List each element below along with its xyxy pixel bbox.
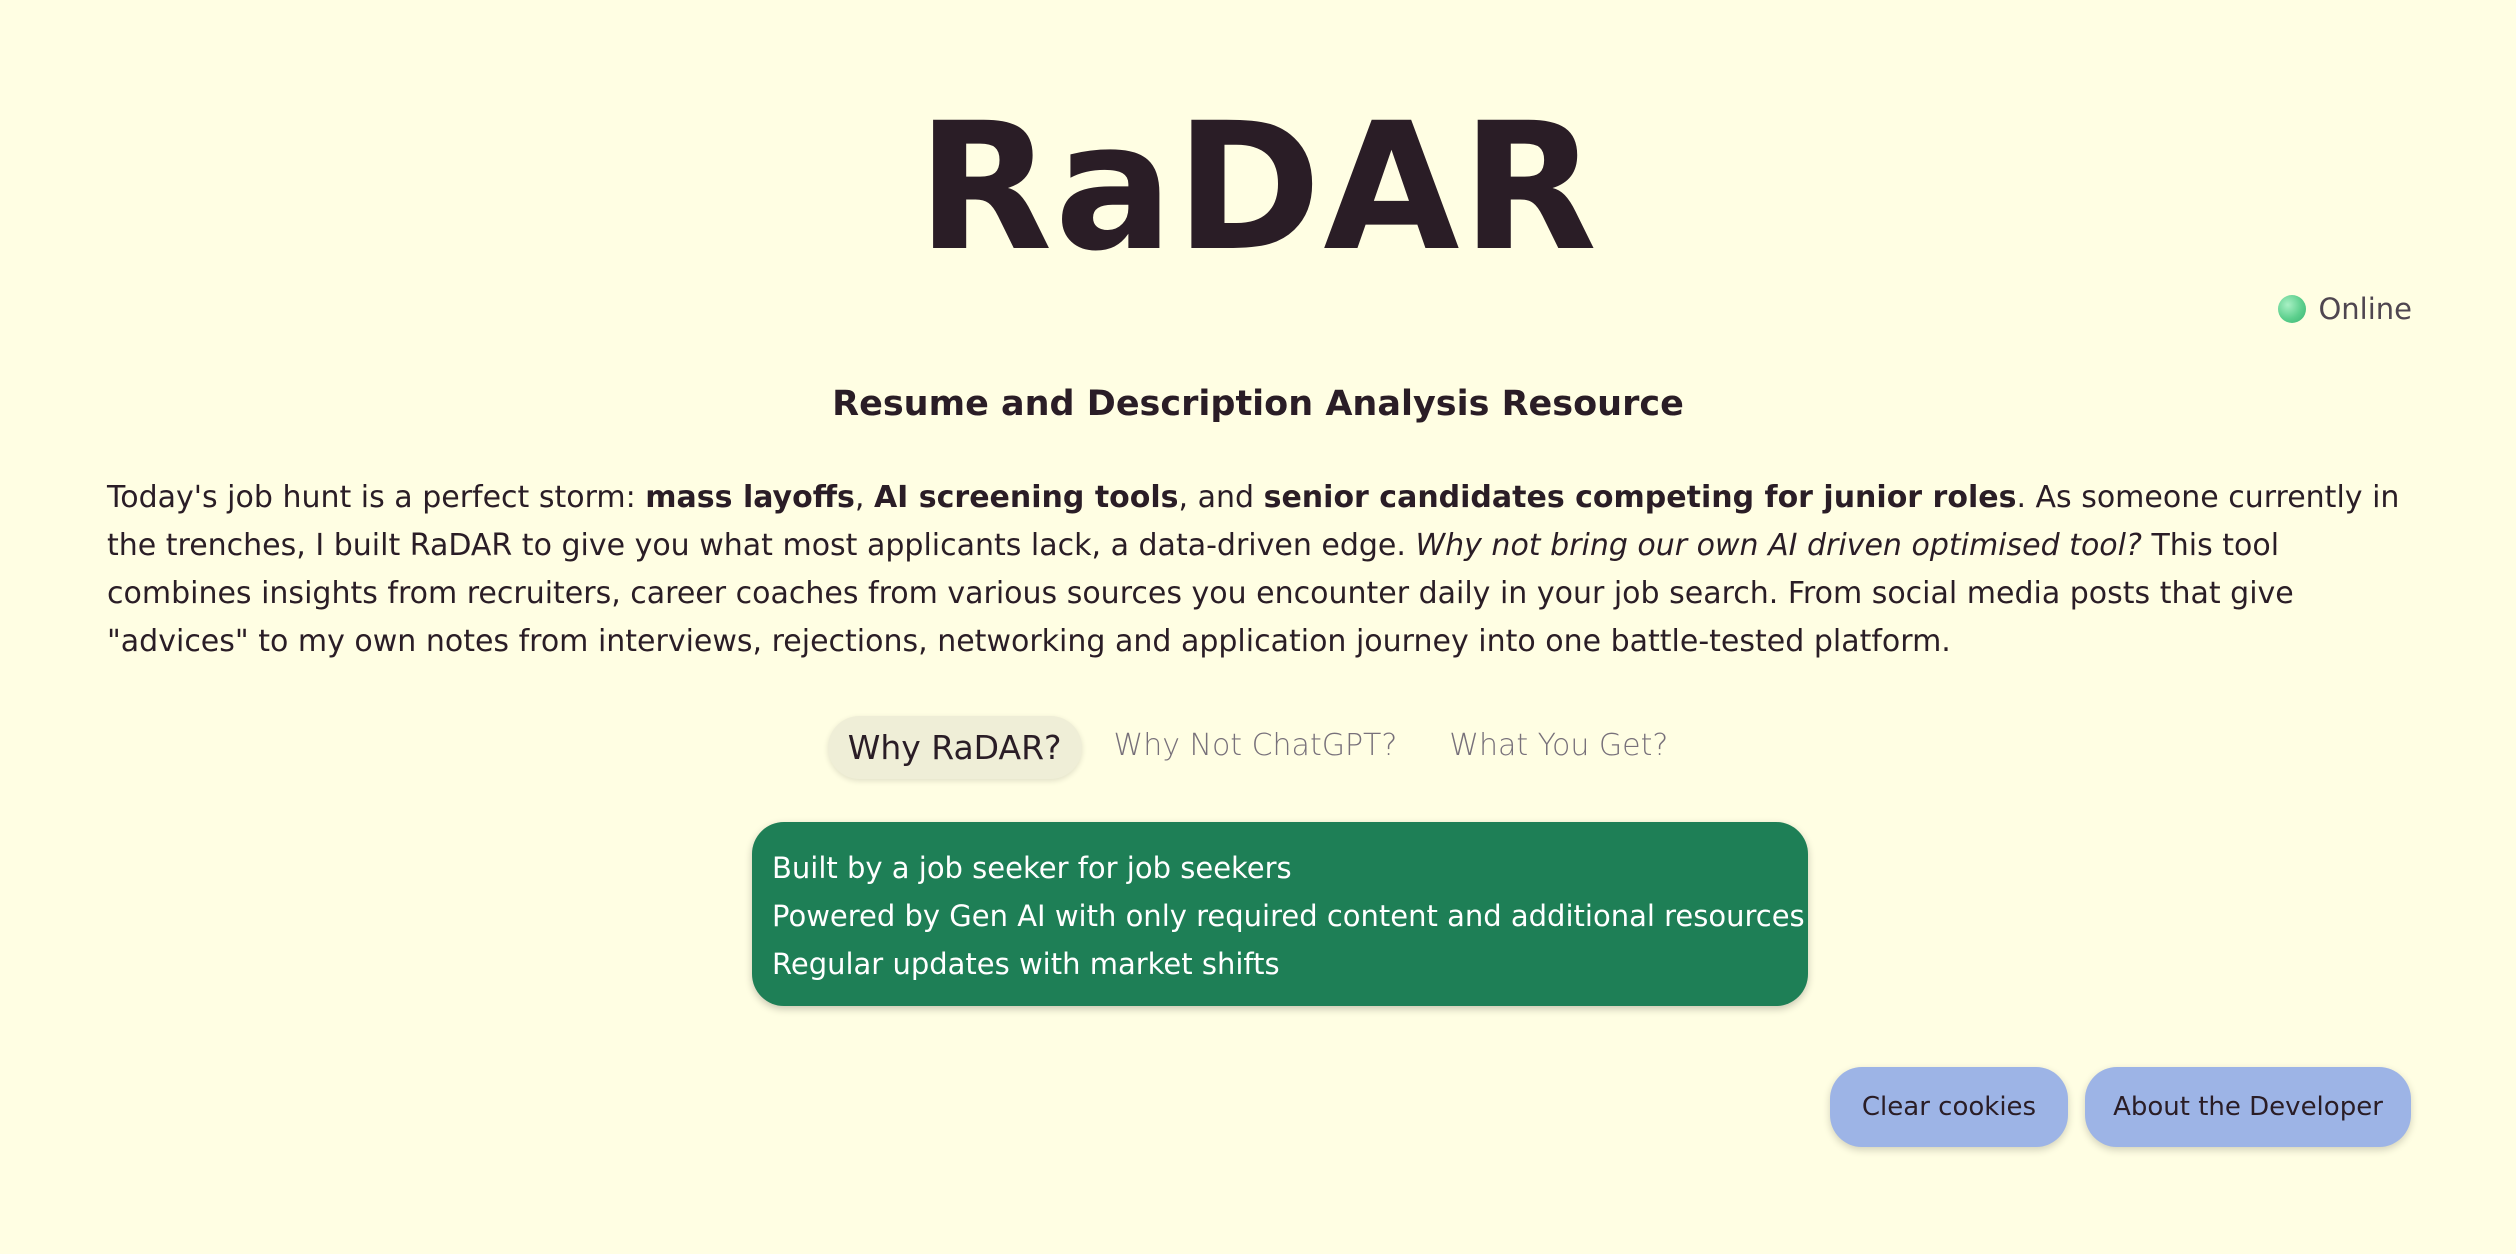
intro-bold-text: AI screening tools xyxy=(873,480,1179,515)
list-item: Regular updates with market shifts xyxy=(772,947,1280,981)
intro-bold-text: senior candidates competing for junior r… xyxy=(1263,480,2017,515)
about-developer-button[interactable]: About the Developer xyxy=(2085,1067,2411,1147)
list-item: Powered by Gen AI with only required con… xyxy=(772,899,1805,933)
intro-text: , xyxy=(854,480,874,515)
status-label: Online xyxy=(2318,292,2412,326)
tab-bar: Why RaDAR? Why Not ChatGPT? What You Get… xyxy=(0,716,2516,779)
status-indicator: Online xyxy=(2278,292,2412,326)
clear-cookies-button[interactable]: Clear cookies xyxy=(1830,1067,2068,1147)
intro-bold-text: mass layoffs xyxy=(645,480,855,515)
tab-content-card: Built by a job seeker for job seekers Po… xyxy=(752,822,1808,1006)
tab-why-radar[interactable]: Why RaDAR? xyxy=(827,716,1082,779)
page: RaDAR Online Resume and Description Anal… xyxy=(0,0,2516,1254)
intro-italic-text: Why not bring our own AI driven optimise… xyxy=(1415,528,2142,563)
tab-why-not-chatgpt[interactable]: Why Not ChatGPT? xyxy=(1094,716,1418,779)
app-logo: RaDAR xyxy=(916,85,1600,290)
online-status-dot-icon xyxy=(2278,295,2307,323)
intro-text: Today's job hunt is a perfect storm: xyxy=(107,480,646,515)
page-subtitle: Resume and Description Analysis Resource xyxy=(832,384,1684,424)
intro-paragraph: Today's job hunt is a perfect storm: mas… xyxy=(107,474,2417,666)
list-item: Built by a job seeker for job seekers xyxy=(772,851,1292,885)
intro-text: , and xyxy=(1178,480,1264,515)
tab-what-you-get[interactable]: What You Get? xyxy=(1429,716,1688,779)
